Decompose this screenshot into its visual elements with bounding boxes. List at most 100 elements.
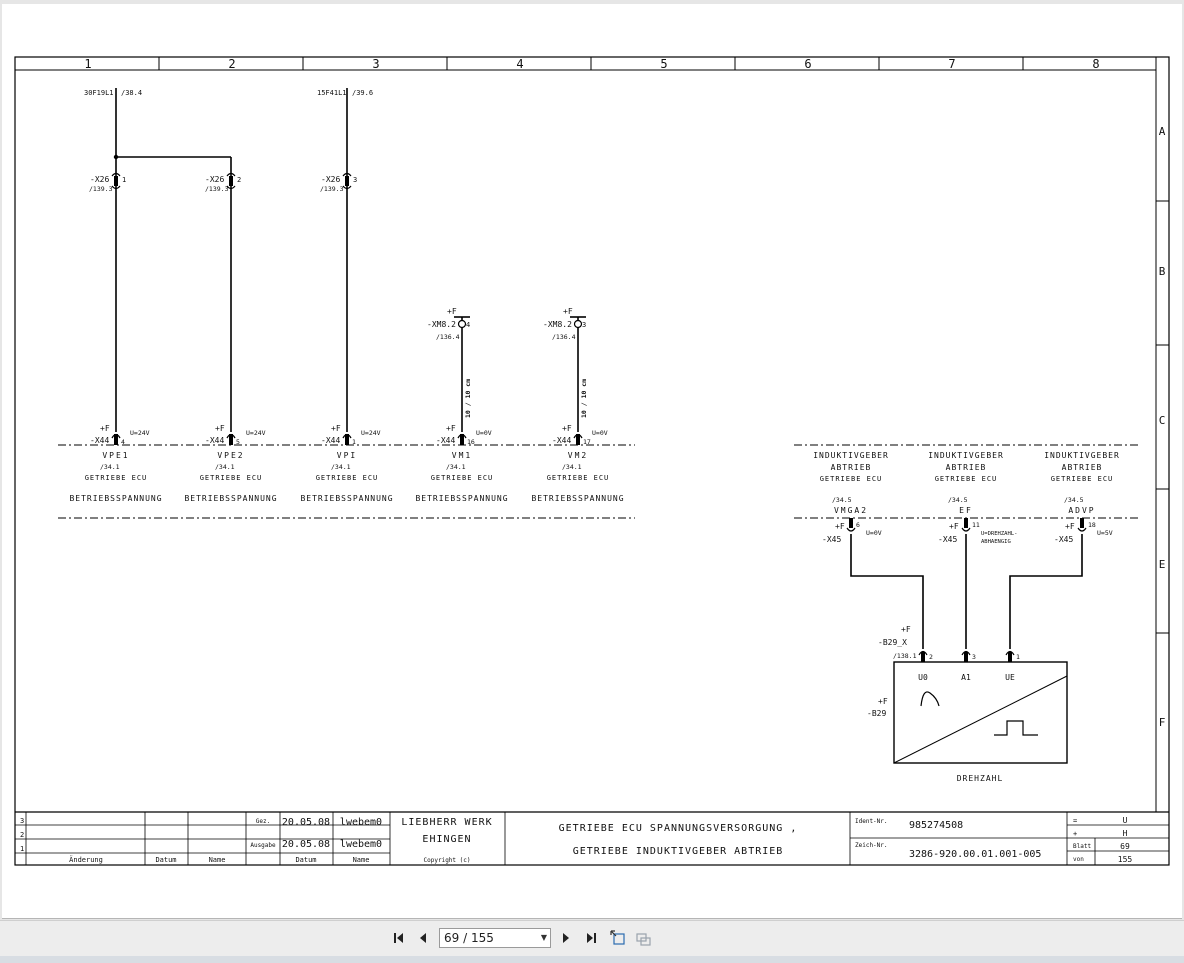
- input-title: INDUKTIVGEBER: [1044, 451, 1120, 460]
- signal-name: VPE1: [102, 451, 129, 460]
- os-taskbar: [0, 956, 1184, 963]
- b29x-connectors: [918, 650, 1015, 662]
- revision-header: Datum: [155, 856, 176, 864]
- location-label: +F: [563, 307, 573, 316]
- function-label: BETRIEBSSPANNUNG: [69, 494, 162, 503]
- connector-symbol: [457, 433, 467, 445]
- next-page-button[interactable]: [557, 929, 575, 947]
- prev-page-button[interactable]: [414, 929, 432, 947]
- connector-tag: -X44: [205, 436, 224, 445]
- connector-pin: 11: [972, 521, 980, 529]
- connector-pin: 4: [121, 438, 125, 446]
- ausgabe-label: Ausgabe: [250, 842, 276, 849]
- schematic-page: 1 2 3 4 5 6 7 8 A B C E F 30F19L1 /38.4 …: [2, 4, 1182, 919]
- fit-page-icon: [610, 930, 625, 945]
- column-label: 1: [84, 57, 91, 71]
- connector-tag: -XM8.2: [543, 320, 572, 329]
- device-name: GETRIEBE ECU: [820, 475, 883, 483]
- location-label: +F: [949, 522, 959, 531]
- document-viewer[interactable]: 1 2 3 4 5 6 7 8 A B C E F 30F19L1 /38.4 …: [0, 0, 1184, 920]
- drawing-subtitle: GETRIEBE INDUKTIVGEBER ABTRIEB: [573, 846, 784, 857]
- square-wave-icon: [994, 720, 1038, 736]
- ident-number: 985274508: [909, 820, 963, 831]
- voltage-label: U=DREHZAHL-: [981, 531, 1017, 537]
- connector-symbol: [457, 319, 467, 329]
- chevron-down-icon[interactable]: ▼: [541, 929, 547, 947]
- column-label: 5: [660, 57, 667, 71]
- schematic-drawing: 1 2 3 4 5 6 7 8 A B C E F 30F19L1 /38.4 …: [14, 56, 1170, 866]
- datum-header: Datum: [295, 856, 316, 864]
- first-page-button[interactable]: [390, 929, 408, 947]
- connector-symbol: [961, 518, 971, 532]
- connector-pin: 6: [856, 521, 860, 529]
- wire-label: 30F19L1: [84, 89, 114, 97]
- voltage-label: U=0V: [476, 429, 492, 437]
- location-label: +F: [331, 424, 341, 433]
- connector-ref: /138.1: [893, 652, 917, 660]
- page-number-input[interactable]: 69 / 155 ▼: [439, 928, 551, 948]
- x26-labels: -X26 1 /139.3 -X26 2 /139.3 -X26 3 /139.…: [89, 175, 357, 193]
- ausgabe-name: lwebem0: [340, 839, 382, 850]
- signal-name: VMGA2: [834, 506, 868, 515]
- x44-connectors: [111, 433, 583, 445]
- page-navigation-toolbar: 69 / 155 ▼: [0, 920, 1184, 957]
- wire-label: 15F41L1: [317, 89, 347, 97]
- connector-pin: 1: [1016, 653, 1020, 661]
- gez-name: lwebem0: [340, 817, 382, 828]
- revision-row: 1: [20, 845, 24, 853]
- connector-tag: -X45: [938, 535, 957, 544]
- zeich-label: Zeich-Nr.: [855, 842, 888, 849]
- last-page-button[interactable]: [582, 929, 600, 947]
- signal-name: ADVP: [1068, 506, 1095, 515]
- ausgabe-date: 20.05.08: [282, 839, 330, 850]
- connector-symbol: [226, 433, 236, 445]
- name-header: Name: [353, 856, 370, 864]
- row-labels: A B C E F: [1159, 125, 1166, 729]
- row-label: B: [1159, 265, 1166, 278]
- connector-pin: 16: [467, 438, 475, 446]
- column-label: 3: [372, 57, 379, 71]
- connector-pin: 3: [582, 321, 586, 329]
- fit-width-icon: [636, 933, 651, 946]
- column-label: 7: [948, 57, 955, 71]
- sensor-connector-labels: +F -B29_X /138.1 2 3 1: [878, 625, 1020, 661]
- signal-name: VM2: [568, 451, 588, 460]
- revision-row: 3: [20, 817, 24, 825]
- device-name: GETRIEBE ECU: [547, 474, 610, 482]
- connector-symbol: [573, 319, 583, 329]
- ecu-ref: /34.1: [100, 463, 120, 471]
- connector-tag: -XM8.2: [427, 320, 456, 329]
- column-label: 4: [516, 57, 523, 71]
- fit-width-button[interactable]: [634, 929, 652, 947]
- revision-header: Änderung: [69, 855, 103, 864]
- company-location: EHINGEN: [422, 834, 471, 845]
- connector-tag: -X44: [552, 436, 571, 445]
- sensor-pin-label: A1: [961, 673, 971, 682]
- connector-tag: -X44: [321, 436, 340, 445]
- connector-ref: /139.3: [89, 185, 113, 193]
- title-block-text: 3 2 1 Änderung Datum Name Gez. 20.05.08 …: [20, 816, 1132, 864]
- connector-pin: 3: [353, 176, 357, 184]
- connector-tag: -X44: [436, 436, 455, 445]
- prev-page-icon: [420, 933, 426, 943]
- equals-value: U: [1123, 816, 1128, 825]
- fit-page-button[interactable]: [609, 929, 627, 947]
- sensor-wires: [850, 534, 1083, 649]
- drawing-number: 3286-920.00.01.001-005: [909, 849, 1041, 860]
- junction-dot: [113, 154, 119, 160]
- connector-tag: -X45: [1054, 535, 1073, 544]
- ecu-ref: /34.5: [1064, 496, 1084, 504]
- input-title: ABTRIEB: [1062, 463, 1103, 472]
- connector-pin: 2: [929, 653, 933, 661]
- sensor-tag: -B29: [867, 709, 886, 718]
- device-name: GETRIEBE ECU: [85, 474, 148, 482]
- first-page-icon: [394, 933, 403, 943]
- row-label: A: [1159, 125, 1166, 138]
- ecu-ref: /34.1: [331, 463, 351, 471]
- gez-label: Gez.: [256, 818, 270, 825]
- total-sheets: 155: [1118, 855, 1133, 864]
- connector-symbol: [573, 433, 583, 445]
- drawing-title: GETRIEBE ECU SPANNUNGSVERSORGUNG ,: [559, 823, 798, 834]
- page-number-value: 69 / 155: [444, 931, 494, 945]
- ecu-ref: /34.1: [562, 463, 582, 471]
